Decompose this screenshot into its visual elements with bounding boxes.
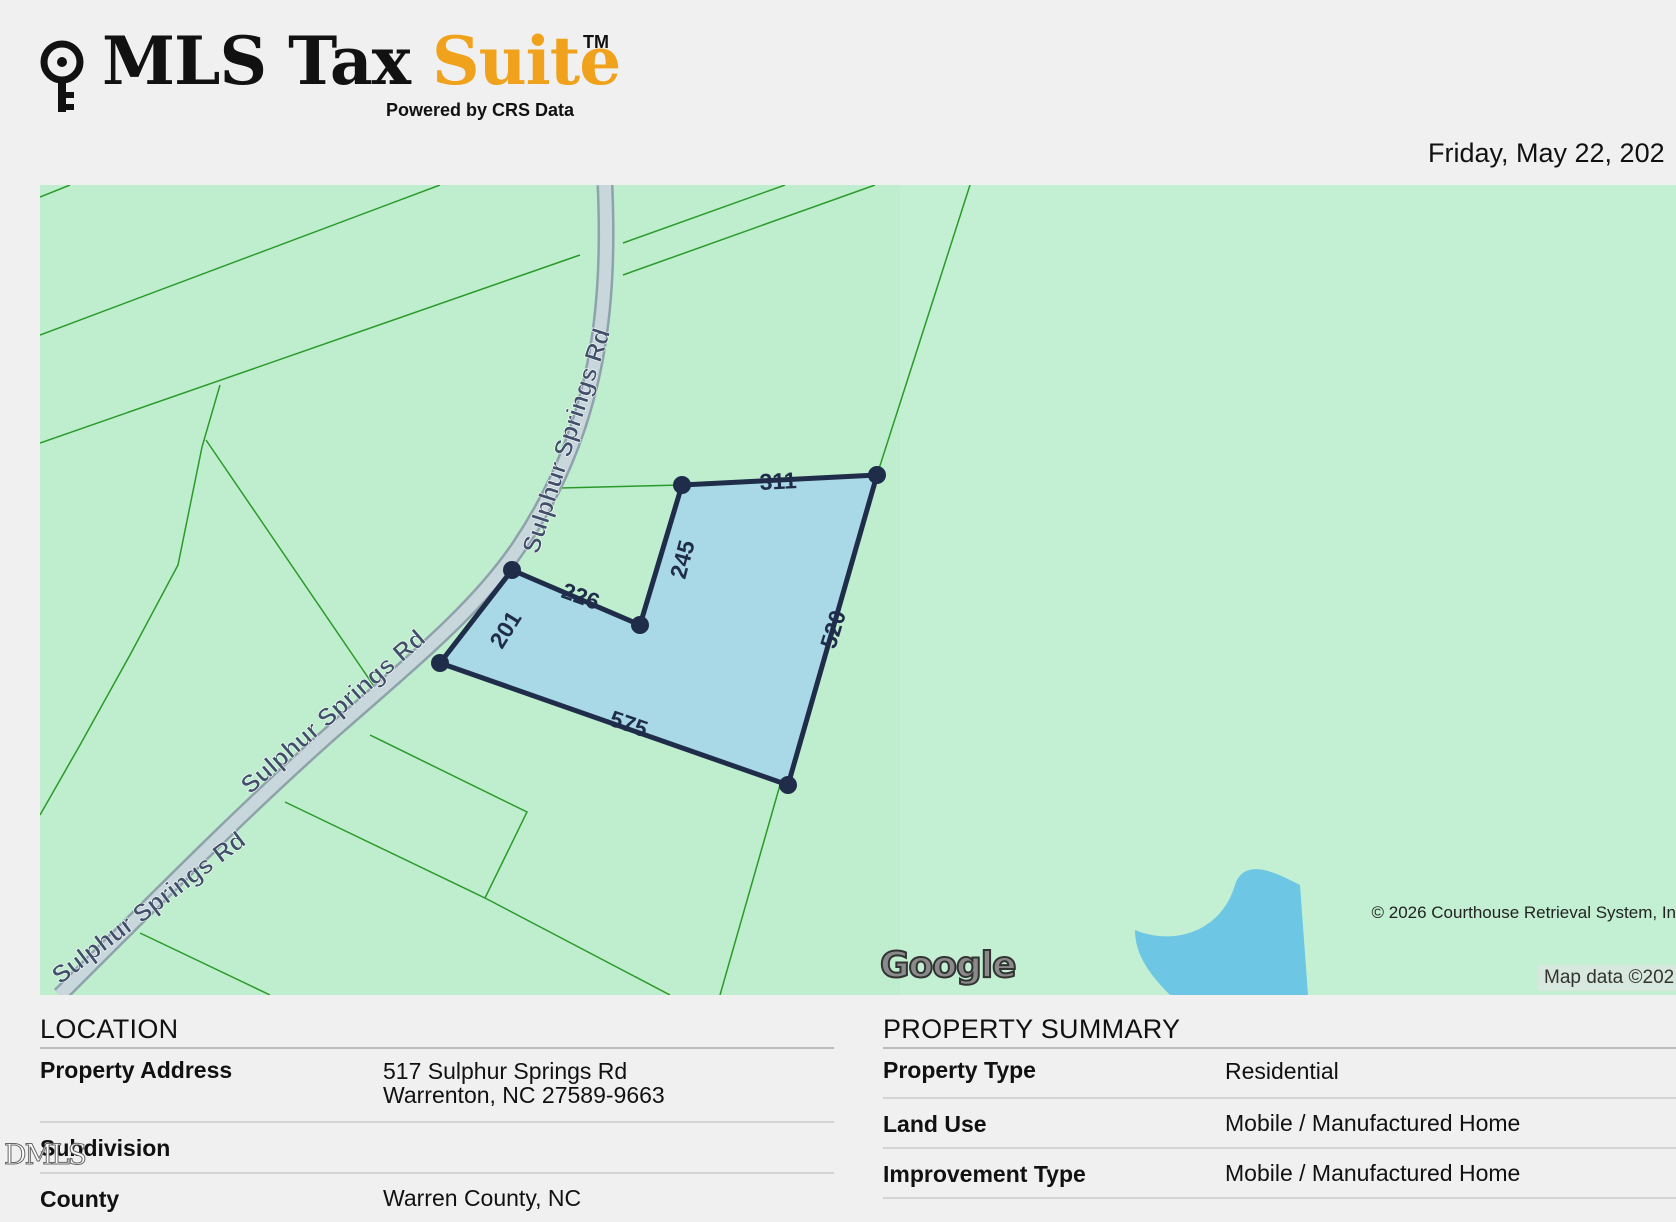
property-address-row: Property Address 517 Sulphur Springs Rd … [40,1049,834,1123]
google-logo: Google [879,944,1018,987]
report-date: Friday, May 22, 202 [1428,138,1665,168]
property-address-line1: 517 Sulphur Springs Rd [383,1058,628,1084]
property-address-label: Property Address [40,1057,233,1083]
county-label: County [40,1186,120,1212]
location-section: LOCATION Property Address 517 Sulphur Sp… [40,1014,834,1222]
county-row: County Warren County, NC [40,1174,834,1222]
subdivision-row: Subdivision [40,1123,834,1174]
property-type-value: Residential [1225,1058,1339,1084]
map-data-attribution[interactable]: Map data ©202 [1538,965,1676,991]
property-summary-title: PROPERTY SUMMARY [883,1014,1676,1049]
parcel-map-canvas: Sulphur Springs Rd Sulphur Springs Rd Su… [40,185,1676,995]
land-use-value: Mobile / Manufactured Home [1225,1110,1521,1136]
dmls-watermark: DMLS [4,1138,88,1172]
key-icon [40,40,84,112]
land-use-row: Land Use Mobile / Manufactured Home [883,1099,1676,1149]
property-type-row: Property Type Residential [883,1049,1676,1099]
dimension-label: 311 [759,467,798,495]
parcel-map[interactable]: Sulphur Springs Rd Sulphur Springs Rd Su… [40,185,1676,995]
property-address-line2: Warrenton, NC 27589-9663 [383,1082,665,1108]
land-use-label: Land Use [883,1111,987,1137]
mls-tax-suite-logo: MLS Tax Suite TM Powered by CRS Data [38,28,638,128]
improvement-type-row: Improvement Type Mobile / Manufactured H… [883,1149,1676,1199]
county-value: Warren County, NC [383,1185,582,1211]
improvement-type-value: Mobile / Manufactured Home [1225,1160,1521,1186]
logo-trademark: TM [583,32,609,52]
location-title: LOCATION [40,1014,834,1049]
map-copyright: © 2026 Courthouse Retrieval System, In [1371,903,1676,922]
logo-mls-text: MLS Tax [102,22,411,100]
property-summary-section: PROPERTY SUMMARY Property Type Residenti… [883,1014,1676,1199]
property-type-label: Property Type [883,1057,1036,1083]
improvement-type-label: Improvement Type [883,1161,1086,1187]
powered-by-text: Powered by CRS Data [386,100,575,120]
